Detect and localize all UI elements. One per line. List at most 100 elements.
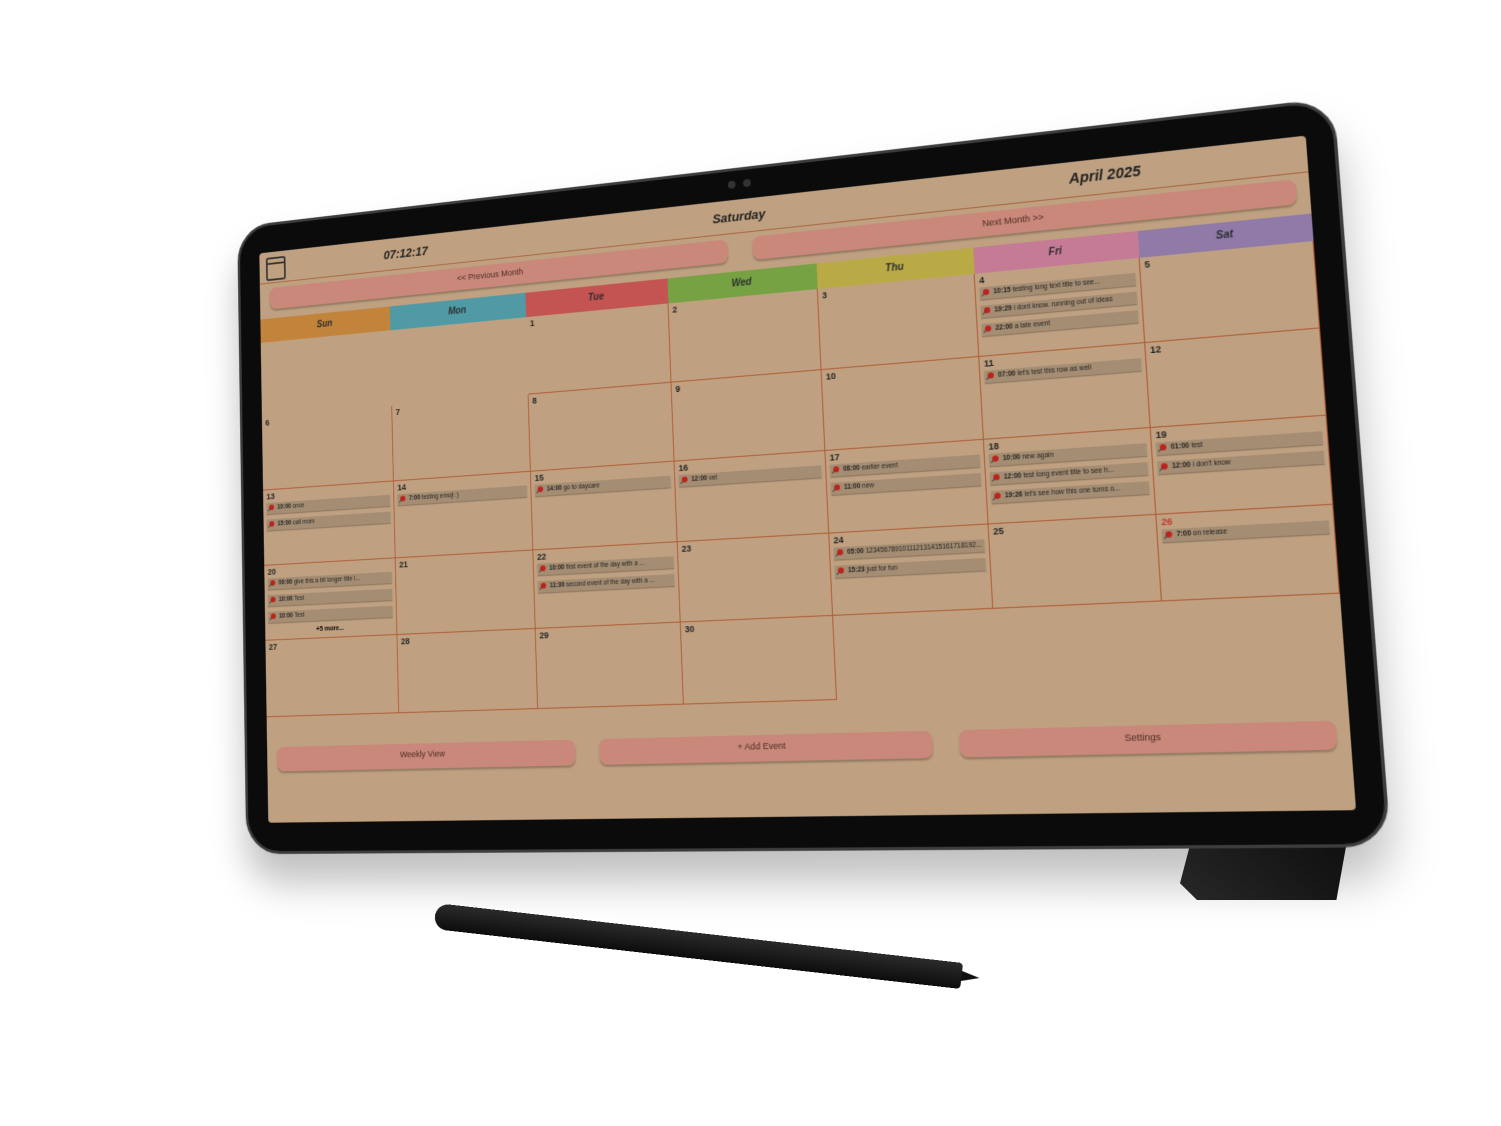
event-item[interactable]: 08:00 earlier event	[829, 454, 981, 477]
day-cell[interactable]: 5	[1139, 241, 1321, 343]
day-cell[interactable]: 14 7:00 testing emoji :)	[393, 471, 534, 559]
day-cell[interactable]: 10	[821, 356, 984, 452]
bottom-actions: Weekly View + Add Event Settings	[277, 720, 1338, 772]
day-cell[interactable]: 23	[677, 533, 834, 623]
event-list: 12:00 vet	[678, 465, 822, 493]
event-item[interactable]: 7:00 on release	[1161, 520, 1330, 543]
day-cell[interactable]: 18 10:00 new again 12:00 test long event t…	[983, 428, 1157, 525]
day-cell	[390, 317, 528, 405]
day-cell[interactable]: 29	[535, 622, 684, 709]
add-event-button[interactable]: + Add Event	[598, 730, 934, 765]
event-item[interactable]: 14:00 go to daycare	[534, 475, 671, 497]
event-item[interactable]: 10:00 Test	[268, 588, 393, 607]
event-time: 12:00	[1171, 461, 1191, 471]
day-cell[interactable]: 6	[261, 405, 394, 491]
settings-button[interactable]: Settings	[959, 720, 1338, 758]
event-title: test	[1191, 441, 1204, 450]
pushpin-icon	[987, 371, 995, 379]
day-cell[interactable]: 12	[1145, 328, 1327, 429]
pushpin-icon	[994, 492, 1001, 500]
more-events-link[interactable]: +5 more...	[269, 623, 393, 635]
day-cell[interactable]: 25	[988, 514, 1163, 610]
event-item[interactable]: 11:00 new	[830, 473, 982, 496]
pushpin-icon	[1159, 444, 1167, 451]
event-item[interactable]: 10:00 once	[266, 494, 391, 515]
event-title: i don't know	[1192, 459, 1232, 470]
day-number: 6	[265, 417, 270, 428]
day-cell[interactable]: 28	[397, 629, 539, 714]
day-cell[interactable]: 17 08:00 earlier event 11:00 new	[825, 439, 989, 534]
pushpin-icon	[537, 486, 544, 493]
event-item[interactable]: 12:00 test long event title to see h...	[989, 462, 1149, 486]
event-list: 14:00 go to daycare	[534, 475, 671, 502]
day-cell[interactable]: 15 14:00 go to daycare	[530, 461, 678, 551]
day-number: 3	[821, 290, 828, 301]
event-time: 15:23	[847, 566, 865, 575]
event-item[interactable]: 10:00 first event of the day with a ...	[537, 556, 674, 576]
day-cell[interactable]: 27	[265, 635, 400, 718]
day-cell[interactable]: 8	[528, 382, 675, 472]
day-cell[interactable]: 2	[668, 288, 822, 383]
day-number: 9	[675, 383, 681, 394]
event-item[interactable]: 11:30 second event of the day with a ...	[537, 573, 675, 593]
event-list: 7:00 on release	[1161, 520, 1330, 548]
event-item[interactable]: 7:00 testing emoji :)	[397, 485, 528, 506]
day-number: 1	[529, 318, 535, 329]
event-title: first event of the day with a ...	[565, 559, 645, 571]
day-cell[interactable]: 22 10:00 first event of the day with a ..…	[533, 541, 681, 630]
day-cell[interactable]: 4 10:15 testing long text title to see...…	[974, 257, 1146, 357]
stylus-tip	[961, 971, 981, 984]
event-item[interactable]: 07:00 let's test this row as well	[984, 357, 1142, 383]
day-number: 10	[825, 370, 836, 382]
pushpin-icon	[270, 613, 276, 619]
day-number: 19	[1155, 429, 1168, 441]
event-list: 10:00 first event of the day with a ... 1…	[537, 556, 675, 598]
event-list: 10:00 once 15:00 call mom	[266, 494, 391, 536]
event-item[interactable]: 05:00 123456789101112131415161718192...	[833, 539, 985, 560]
event-item[interactable]: 15:23 just for fun	[834, 557, 986, 578]
day-number: 16	[678, 462, 689, 474]
event-item[interactable]: 10:00 Test	[268, 605, 393, 623]
event-time: 7:00	[408, 494, 421, 503]
day-cell[interactable]: 9	[671, 369, 826, 462]
event-item[interactable]: 19:26 let's see how this one turns o...	[990, 481, 1150, 504]
event-time: 14:00	[546, 485, 562, 493]
event-time: 12:00	[1003, 472, 1022, 482]
pushpin-icon	[983, 306, 991, 314]
pushpin-icon	[982, 288, 990, 296]
day-number: 11	[983, 357, 994, 369]
day-cell	[1162, 594, 1347, 690]
event-title: once	[292, 502, 305, 510]
day-cell[interactable]: 3	[817, 273, 980, 370]
day-cell[interactable]: 24 05:00 123456789101112131415161718192..…	[829, 524, 994, 617]
event-time: 10:00	[277, 503, 292, 511]
front-camera-sensor	[742, 178, 751, 188]
event-title: testing emoji :)	[421, 492, 459, 502]
pushpin-icon	[681, 476, 688, 483]
event-time: 15:00	[277, 520, 292, 528]
event-time: 22:00	[995, 323, 1013, 332]
event-item[interactable]: 12:00 vet	[678, 465, 822, 487]
event-item[interactable]: 12:00 i don't know	[1157, 450, 1325, 475]
day-cell[interactable]: 16 12:00 vet	[674, 451, 830, 542]
pushpin-icon	[836, 548, 844, 556]
day-number: 26	[1160, 515, 1173, 528]
event-time: 10:00	[549, 564, 565, 572]
day-cell[interactable]: 7	[392, 394, 531, 482]
day-cell[interactable]: 13 10:00 once 15:00 call mom	[263, 481, 396, 566]
day-cell[interactable]: 26 7:00 on release	[1156, 504, 1340, 602]
day-cell[interactable]: 20 09:00 give this a bit longer title l..…	[264, 558, 398, 642]
event-time: 10:15	[993, 286, 1011, 296]
day-number: 28	[400, 636, 410, 647]
day-cell[interactable]: 11 07:00 let's test this row as well	[979, 342, 1151, 440]
day-cell[interactable]: 19 01:00 test 12:00 i don't know	[1150, 415, 1334, 515]
pushpin-icon	[833, 466, 840, 473]
day-number: 25	[992, 525, 1005, 537]
day-cell[interactable]: 21	[395, 550, 536, 636]
day-cell	[261, 330, 392, 416]
weekly-view-button[interactable]: Weekly View	[277, 739, 576, 772]
event-item[interactable]: 09:00 give this a bit longer title l...	[267, 571, 392, 590]
day-cell[interactable]: 30	[680, 616, 838, 705]
day-cell[interactable]: 1	[526, 303, 672, 395]
event-item[interactable]: 15:00 call mom	[266, 511, 391, 531]
